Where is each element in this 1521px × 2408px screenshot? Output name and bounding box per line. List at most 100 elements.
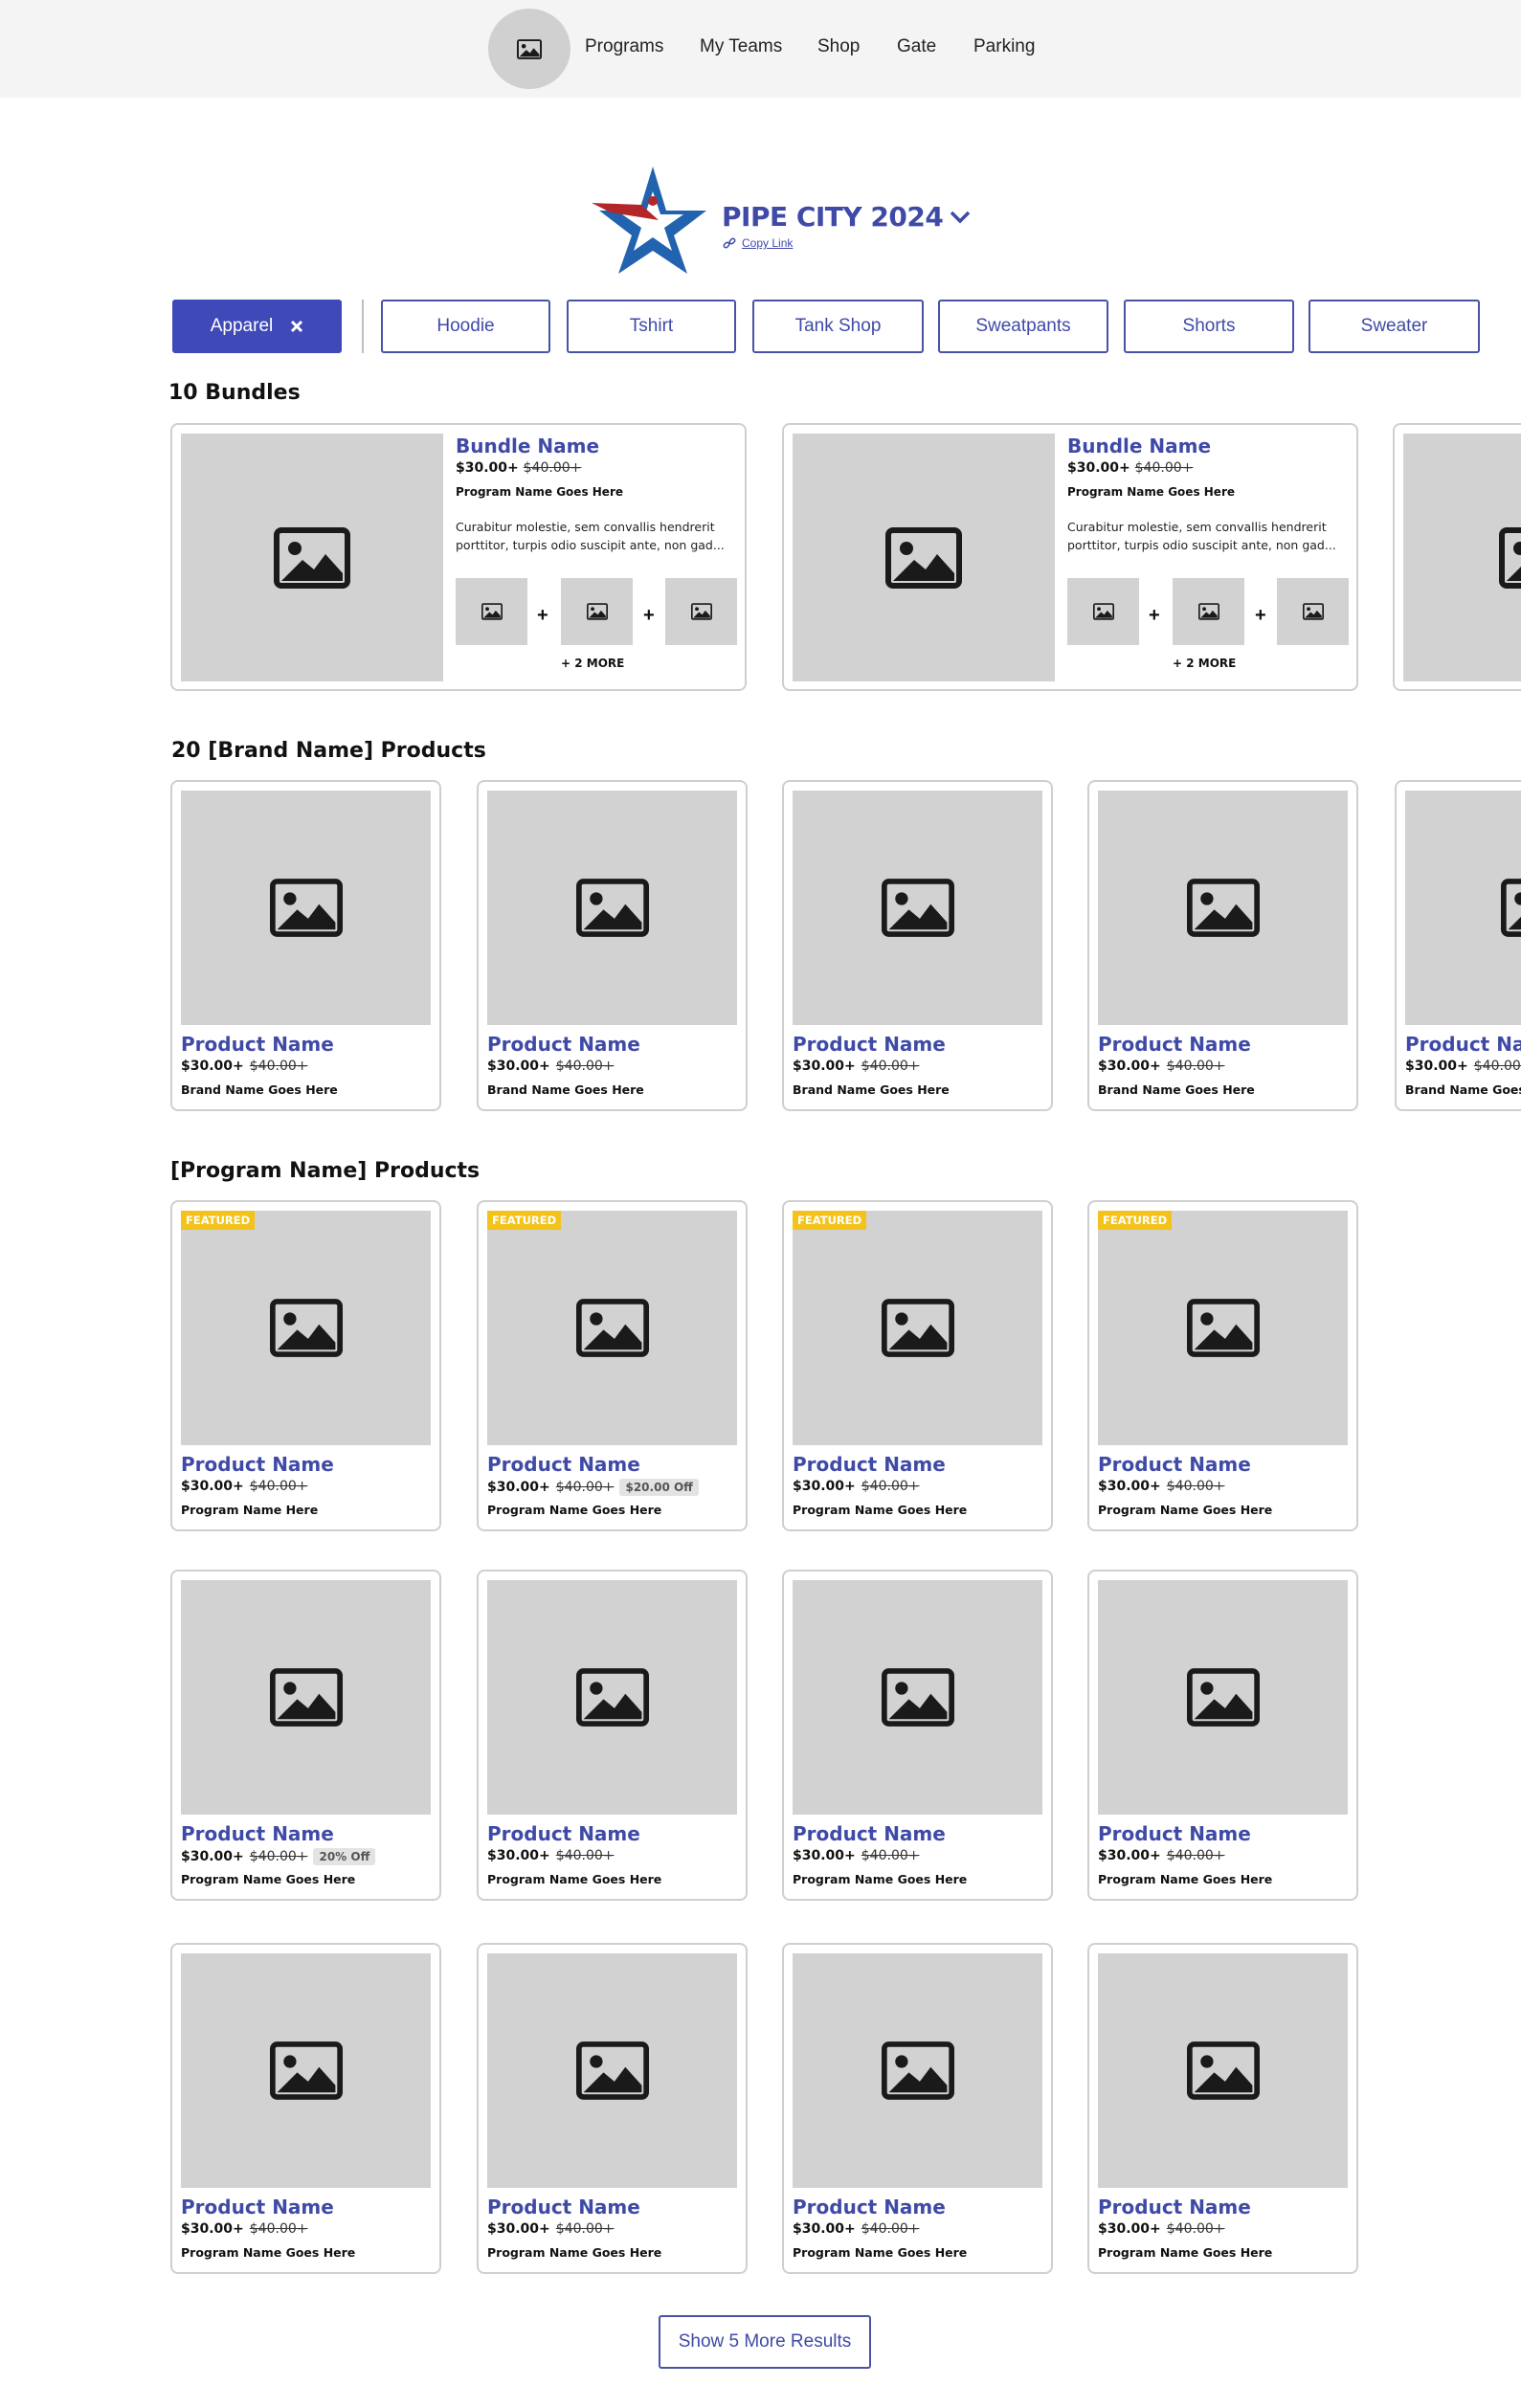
product-program: Program Name Goes Here: [487, 2245, 662, 2260]
bundle-card[interactable]: Bundle Name $30.00+ $40.00+ Program Name…: [782, 423, 1358, 691]
product-card[interactable]: Product Name $30.00+ $40.00+ Brand Name G…: [1087, 780, 1358, 1111]
plus-sign: +: [537, 605, 548, 626]
show-more-button[interactable]: Show 5 More Results: [659, 2315, 871, 2369]
filter-apparel-active[interactable]: Apparel: [172, 300, 342, 353]
image-icon: [576, 1668, 649, 1727]
old-price: $40.00+: [861, 1479, 920, 1494]
filter-tshirt[interactable]: Tshirt: [567, 300, 736, 353]
product-price: $30.00+ $40.00+: [181, 2221, 307, 2237]
product-program: Program Name Goes Here: [793, 2245, 968, 2260]
nav-link-programs[interactable]: Programs: [585, 36, 663, 57]
bundle-card-partial[interactable]: [1393, 423, 1521, 691]
bundle-item-thumb[interactable]: [1277, 578, 1349, 645]
discount-badge: 20% Off: [313, 1848, 376, 1865]
copy-link[interactable]: Copy Link: [723, 236, 793, 250]
product-card[interactable]: FEATURED Product Name $30.00+ $40.00+ Progra…: [1087, 1200, 1358, 1531]
nav-link-shop[interactable]: Shop: [817, 36, 860, 57]
price: $30.00+: [793, 2221, 856, 2237]
bundle-item-thumb[interactable]: [665, 578, 737, 645]
product-brand: Brand Name Goes Here: [487, 1082, 644, 1097]
image-icon: [270, 2041, 343, 2100]
image-icon: [1187, 1668, 1260, 1727]
bundle-item-thumb[interactable]: [456, 578, 527, 645]
product-card[interactable]: FEATURED Product Name $30.00+ $40.00+ Progra…: [782, 1200, 1053, 1531]
product-program: Program Name Goes Here: [487, 1503, 662, 1517]
price: $30.00+: [181, 1059, 244, 1074]
bundle-image: [181, 434, 443, 681]
product-name[interactable]: Product Name: [793, 1453, 946, 1476]
product-name[interactable]: Product Name: [1098, 1822, 1251, 1845]
image-icon: [576, 2041, 649, 2100]
old-price: $40.00+: [249, 1479, 308, 1494]
price: $30.00+: [487, 1480, 550, 1495]
product-price: $30.00+ $40.00+: [181, 1059, 307, 1074]
product-name[interactable]: Product Name: [1098, 1033, 1251, 1056]
product-name[interactable]: Product Name: [1405, 1033, 1521, 1056]
product-name[interactable]: Product Name: [181, 1453, 334, 1476]
product-name[interactable]: Product Name: [793, 1033, 946, 1056]
product-brand: Brand Name Goes Here: [1098, 1082, 1255, 1097]
nav-link-gate[interactable]: Gate: [897, 36, 936, 57]
bundle-name[interactable]: Bundle Name: [1067, 435, 1211, 457]
product-program: Program Name Here: [181, 1503, 319, 1517]
product-card[interactable]: Product Name $30.00+ $40.00+ Program Name G…: [782, 1570, 1053, 1901]
product-name[interactable]: Product Name: [487, 2196, 640, 2218]
product-name[interactable]: Product Name: [1098, 2196, 1251, 2218]
bundle-name[interactable]: Bundle Name: [456, 435, 599, 457]
old-price: $40.00+: [1166, 2221, 1225, 2237]
product-card[interactable]: FEATURED Product Name $30.00+ $40.00+ Progra…: [170, 1200, 441, 1531]
product-card[interactable]: Product Name $30.00+ $40.00+ Program Name G…: [170, 1943, 441, 2274]
old-price: $40.00+: [861, 2221, 920, 2237]
product-price: $30.00+ $40.00+: [793, 2221, 919, 2237]
bundle-item-thumb[interactable]: [561, 578, 633, 645]
filter-shorts[interactable]: Shorts: [1124, 300, 1294, 353]
filter-hoodie[interactable]: Hoodie: [381, 300, 550, 353]
product-image: [793, 1580, 1042, 1815]
product-price: $30.00+ $40.00+ 20% Off: [181, 1848, 376, 1865]
product-name[interactable]: Product Name: [181, 1822, 334, 1845]
product-card[interactable]: Product Name $30.00+ $40.00+ Program Name G…: [1087, 1570, 1358, 1901]
nav-link-parking[interactable]: Parking: [973, 36, 1035, 57]
bundles-title: 10 Bundles: [168, 381, 301, 405]
bundle-card[interactable]: Bundle Name $30.00+ $40.00+ Program Name…: [170, 423, 747, 691]
product-card[interactable]: FEATURED Product Name $30.00+ $40.00+ $20.00…: [477, 1200, 748, 1531]
bundle-more-count[interactable]: + 2 MORE: [1173, 657, 1236, 670]
bundle-item-thumb[interactable]: [1067, 578, 1139, 645]
bundle-program: Program Name Goes Here: [1067, 485, 1235, 499]
product-name[interactable]: Product Name: [487, 1822, 640, 1845]
product-card[interactable]: Product Name $30.00+ $40.00+ Brand Name G…: [170, 780, 441, 1111]
product-program: Program Name Goes Here: [487, 1872, 662, 1886]
product-card[interactable]: Product Name $30.00+ $40.00+ 20% Off Program…: [170, 1570, 441, 1901]
product-card[interactable]: Product Name $30.00+ $40.00+ Brand Name G…: [782, 780, 1053, 1111]
product-image: [1098, 1211, 1348, 1445]
price: $30.00+: [1098, 1848, 1161, 1863]
image-icon: [576, 879, 649, 937]
product-card[interactable]: Product Name $30.00+ $40.00+ Program Name G…: [782, 1943, 1053, 2274]
product-name[interactable]: Product Name: [487, 1033, 640, 1056]
product-price: $30.00+ $40.00+: [1098, 1479, 1224, 1494]
bundle-more-count[interactable]: + 2 MORE: [561, 657, 624, 670]
bundle-item-thumb[interactable]: [1173, 578, 1244, 645]
close-icon[interactable]: [290, 320, 303, 333]
filter-tank-shop[interactable]: Tank Shop: [752, 300, 924, 353]
image-icon: [885, 527, 962, 589]
product-name[interactable]: Product Name: [181, 2196, 334, 2218]
product-name[interactable]: Product Name: [793, 1822, 946, 1845]
nav-link-my-teams[interactable]: My Teams: [700, 36, 782, 57]
team-selector[interactable]: PIPE CITY 2024: [722, 201, 972, 233]
filter-sweatpants[interactable]: Sweatpants: [938, 300, 1108, 353]
product-image: [487, 1211, 737, 1445]
product-name[interactable]: Product Name: [793, 2196, 946, 2218]
product-card[interactable]: Product Name $30.00+ $40.00+ Program Name G…: [477, 1570, 748, 1901]
product-card[interactable]: Product Name $30.00+ $40.00+ Program Name G…: [477, 1943, 748, 2274]
product-name[interactable]: Product Name: [1098, 1453, 1251, 1476]
product-card[interactable]: Product Name $30.00+ $40.00+ Brand Name G…: [477, 780, 748, 1111]
nav-avatar[interactable]: [488, 9, 570, 89]
filter-sweater[interactable]: Sweater: [1309, 300, 1480, 353]
product-card[interactable]: Product Name $30.00+ $40.00+ Program Name G…: [1087, 1943, 1358, 2274]
price: $30.00+: [1067, 460, 1130, 476]
product-image: [793, 791, 1042, 1025]
product-name[interactable]: Product Name: [181, 1033, 334, 1056]
product-name[interactable]: Product Name: [487, 1453, 640, 1476]
product-card-partial[interactable]: Product Name $30.00+ $40.00+ Brand Name G…: [1395, 780, 1521, 1111]
